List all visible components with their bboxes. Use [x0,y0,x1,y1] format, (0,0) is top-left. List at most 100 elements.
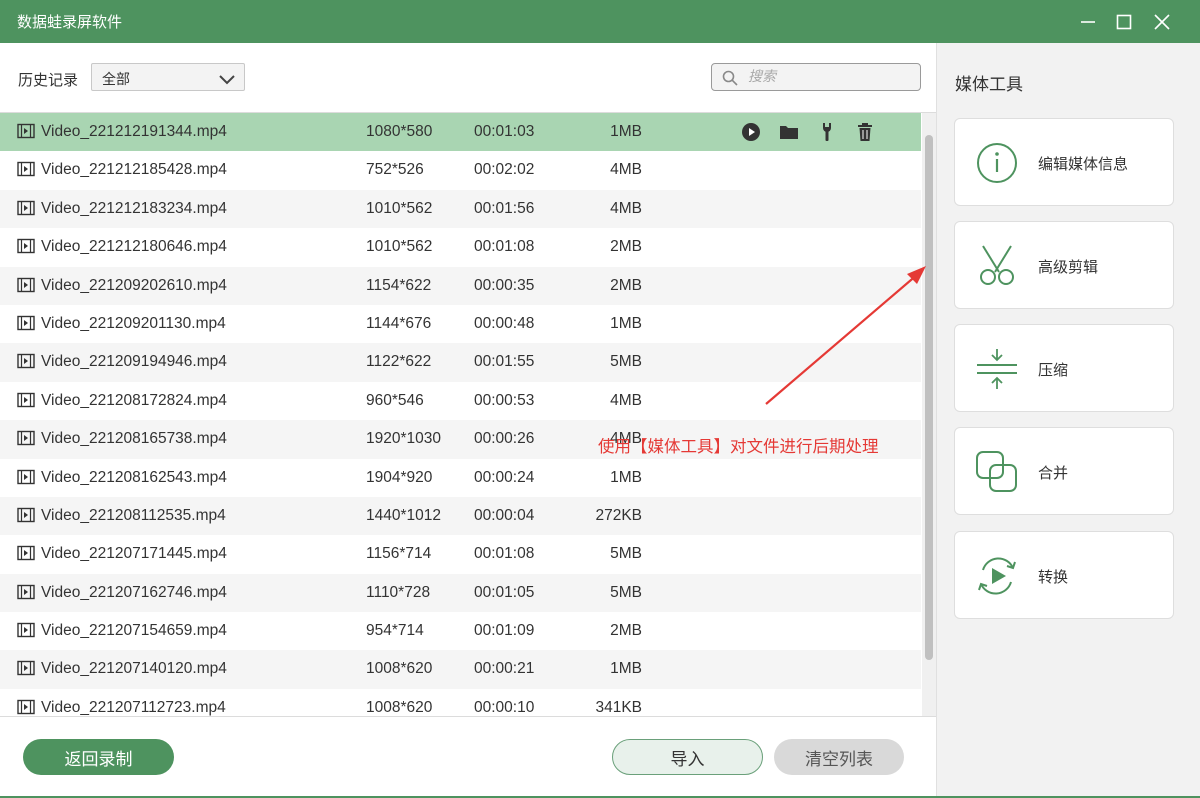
file-duration: 00:01:08 [474,238,535,256]
video-file-icon [17,238,35,259]
trash-icon[interactable] [854,122,876,142]
file-row[interactable]: Video_221207162746.mp4 1110*728 00:01:05 5M… [0,573,921,613]
file-size: 5MB [610,353,642,371]
history-filter-select[interactable]: 全部 [91,63,245,91]
file-duration: 00:00:48 [474,314,535,332]
file-duration: 00:01:09 [474,622,535,640]
file-size: 2MB [610,238,642,256]
file-resolution: 1010*562 [366,238,433,256]
search-box[interactable] [711,63,921,91]
tool-label: 高级剪辑 [1038,258,1099,276]
file-row[interactable]: Video_221212191344.mp4 1080*580 00:01:03 1M… [0,113,921,152]
play-icon[interactable] [740,122,762,142]
file-resolution: 1904*920 [366,468,433,486]
video-file-icon [17,545,35,566]
file-name: Video_221207112723.mp4 [41,698,226,716]
import-button[interactable]: 导入 [612,739,763,775]
convert-tool[interactable]: 转换 [954,531,1174,619]
video-file-icon [17,353,35,374]
file-row[interactable]: Video_221207112723.mp4 1008*620 00:00:10 34… [0,688,921,716]
file-row[interactable]: Video_221212183234.mp4 1010*562 00:01:56 4M… [0,189,921,229]
file-resolution: 1008*620 [366,698,433,716]
convert-icon [975,554,1019,598]
video-file-icon [17,699,35,716]
info-icon [975,141,1019,185]
file-duration: 00:00:10 [474,698,535,716]
media-tools-title: 媒体工具 [955,75,1023,95]
file-size: 272KB [595,506,642,524]
file-name: Video_221208162543.mp4 [41,468,227,486]
file-name: Video_221212191344.mp4 [41,123,227,140]
annotation-arrow [765,266,926,405]
edit-media-info-tool[interactable]: 编辑媒体信息 [954,118,1174,206]
file-size: 2MB [610,276,642,294]
tool-label: 合并 [1038,464,1069,482]
file-size: 4MB [610,199,642,217]
file-name: Video_221207171445.mp4 [41,545,227,563]
file-row[interactable]: Video_221207154659.mp4 954*714 00:01:09 2MB [0,612,921,651]
file-size: 2MB [610,622,642,640]
wrench-icon[interactable] [816,122,838,142]
video-file-icon [17,392,35,413]
video-file-icon [17,430,35,451]
folder-icon[interactable] [778,122,800,142]
file-name: Video_221209202610.mp4 [41,276,227,294]
file-name: Video_221208172824.mp4 [41,391,227,409]
minimize-button[interactable] [1072,6,1104,38]
file-name: Video_221208112535.mp4 [41,506,226,524]
file-resolution: 1080*580 [366,123,433,140]
file-name: Video_221209194946.mp4 [41,353,227,371]
file-row[interactable]: Video_221208162543.mp4 1904*920 00:00:24 1M… [0,458,921,497]
file-resolution: 960*546 [366,391,424,409]
file-resolution: 1008*620 [366,660,433,678]
file-name: Video_221207154659.mp4 [41,622,227,640]
tool-label: 压缩 [1038,361,1069,379]
chevron-down-icon [218,71,236,90]
search-icon [722,70,738,90]
close-button[interactable] [1146,6,1178,38]
clear-list-button[interactable]: 清空列表 [774,739,904,775]
history-filter-value: 全部 [102,72,130,88]
video-file-icon [17,315,35,336]
file-resolution: 752*526 [366,161,424,179]
file-row[interactable]: Video_221212185428.mp4 752*526 00:02:02 4MB [0,151,921,190]
advanced-edit-tool[interactable]: 高级剪辑 [954,221,1174,309]
video-file-icon [17,161,35,182]
file-size: 341KB [595,698,642,716]
file-duration: 00:00:26 [474,430,535,448]
file-resolution: 1920*1030 [366,430,441,448]
video-file-icon [17,469,35,490]
file-resolution: 1010*562 [366,199,433,217]
file-duration: 00:01:56 [474,199,535,217]
file-duration: 00:02:02 [474,161,535,179]
file-row[interactable]: Video_221207140120.mp4 1008*620 00:00:21 1M… [0,650,921,689]
video-file-icon [17,277,35,298]
back-to-record-button[interactable]: 返回录制 [23,739,174,775]
file-name: Video_221212185428.mp4 [41,161,227,179]
file-row[interactable]: Video_221208112535.mp4 1440*1012 00:00:04 2… [0,496,921,536]
merge-tool[interactable]: 合并 [954,427,1174,515]
file-resolution: 954*714 [366,622,424,640]
file-resolution: 1144*676 [366,314,432,332]
file-duration: 00:00:21 [474,660,535,678]
maximize-button[interactable] [1108,6,1140,38]
video-file-icon [17,200,35,221]
file-size: 4MB [610,391,642,409]
compress-tool[interactable]: 压缩 [954,324,1174,412]
file-row[interactable]: Video_221207171445.mp4 1156*714 00:01:08 5M… [0,535,921,574]
compress-icon [975,347,1019,391]
file-size: 1MB [610,314,642,332]
file-size: 1MB [610,468,642,486]
file-name: Video_221212180646.mp4 [41,238,227,256]
file-duration: 00:01:03 [474,123,535,140]
maximize-icon [1116,14,1132,30]
close-icon [1154,14,1170,30]
file-name: Video_221209201130.mp4 [41,314,226,332]
file-name: Video_221207162746.mp4 [41,583,227,601]
file-resolution: 1156*714 [366,545,432,563]
history-label: 历史记录 [18,71,79,89]
file-name: Video_221212183234.mp4 [41,199,227,217]
file-duration: 00:00:24 [474,468,535,486]
title-bar: 数据蛙录屏软件 [0,0,1200,43]
search-input[interactable] [748,67,908,87]
